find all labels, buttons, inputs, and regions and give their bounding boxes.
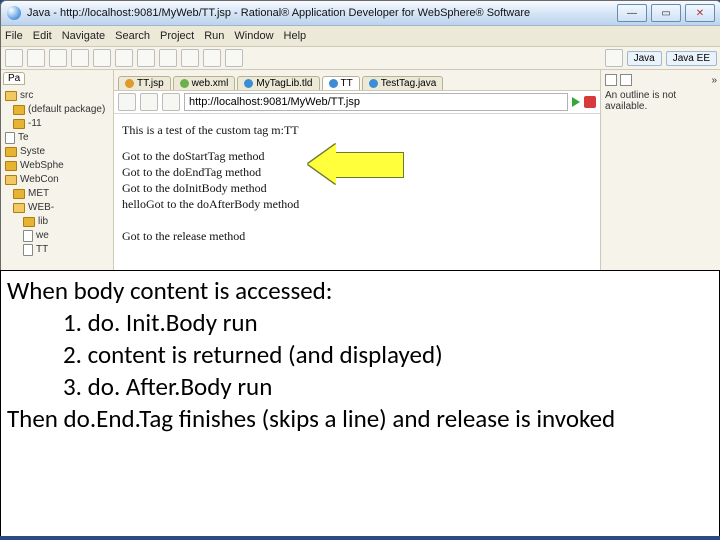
tld-icon [244,79,253,88]
tool-icon[interactable] [225,49,243,67]
tool-icon[interactable] [137,49,155,67]
tree-node[interactable]: WebCon [3,173,111,187]
tool-icon[interactable] [115,49,133,67]
caption-item: 2. content is returned (and displayed) [7,339,713,371]
browser-content: This is a test of the custom tag m:TT Go… [114,114,600,274]
back-button[interactable] [118,93,136,111]
address-input[interactable] [184,93,568,111]
perspective-javaee[interactable]: Java EE [666,51,717,66]
minimize-button[interactable]: — [617,4,647,22]
ide-window: Java - http://localhost:9081/MyWeb/TT.js… [0,0,720,274]
titlebar: Java - http://localhost:9081/MyWeb/TT.js… [1,1,720,26]
editor-tab[interactable]: TestTag.java [362,76,444,90]
tool-icon[interactable] [203,49,221,67]
page-line: helloGot to the doAfterBody method [122,196,592,212]
menubar: File Edit Navigate Search Project Run Wi… [1,26,720,47]
go-button[interactable] [572,97,580,107]
close-button[interactable]: ✕ [685,4,715,22]
perspective-switcher: Java Java EE [605,49,717,67]
toolbar: Java Java EE [1,47,720,70]
outline-message: An outline is not available. [605,90,717,112]
menu-search[interactable]: Search [115,30,150,42]
outline-tab-icon[interactable] [605,74,617,86]
stop-button[interactable] [584,96,596,108]
outline-tab-icon[interactable] [620,74,632,86]
menu-navigate[interactable]: Navigate [62,30,105,42]
editor-area: TT.jsp web.xml MyTagLib.tld TT TestTag.j… [114,70,600,274]
page-line: Got to the release method [122,228,592,244]
project-tree: src (default package) -11 Te Syste WebSp… [3,89,111,257]
caption-box: When body content is accessed: 1. do. In… [0,270,720,538]
jsp-icon [125,79,134,88]
menu-edit[interactable]: Edit [33,30,52,42]
menu-project[interactable]: Project [160,30,194,42]
tool-icon[interactable] [93,49,111,67]
tree-node[interactable]: -11 [3,117,111,131]
menu-help[interactable]: Help [284,30,307,42]
tree-node[interactable]: (default package) [3,103,111,117]
caption-tail: Then do.End.Tag finishes (skips a line) … [7,403,713,435]
caption-heading: When body content is accessed: [7,275,713,307]
editor-tab[interactable]: web.xml [173,76,236,90]
package-explorer: Pa src (default package) -11 Te Syste We… [1,70,114,274]
page-intro: This is a test of the custom tag m:TT [122,122,592,138]
caption-item: 3. do. After.Body run [7,371,713,403]
app-icon [7,6,21,20]
tree-node[interactable]: Te [3,131,111,145]
tool-icon[interactable] [181,49,199,67]
java-icon [369,79,378,88]
page-line: Got to the doStartTag method [122,148,592,164]
tree-node[interactable]: WEB- [3,201,111,215]
window-title: Java - http://localhost:9081/MyWeb/TT.js… [27,7,617,19]
tree-node[interactable]: TT [3,243,111,257]
caption-item: 1. do. Init.Body run [7,307,713,339]
tree-node[interactable]: we [3,229,111,243]
tool-icon[interactable] [5,49,23,67]
tool-icon[interactable] [71,49,89,67]
browser-toolbar [114,91,600,114]
editor-tab[interactable]: TT.jsp [118,76,171,90]
xml-icon [180,79,189,88]
open-perspective-icon[interactable] [605,49,623,67]
tool-icon[interactable] [49,49,67,67]
menu-run[interactable]: Run [204,30,224,42]
browser-icon [329,79,338,88]
menu-file[interactable]: File [5,30,23,42]
tree-node[interactable]: MET [3,187,111,201]
forward-button[interactable] [140,93,158,111]
slide-footer-bar [0,536,720,540]
page-line: Got to the doInitBody method [122,180,592,196]
refresh-button[interactable] [162,93,180,111]
editor-tab[interactable]: MyTagLib.tld [237,76,319,90]
outline-view: » An outline is not available. [600,70,720,274]
perspective-java[interactable]: Java [627,51,662,66]
tree-node[interactable]: WebSphe [3,159,111,173]
tree-node[interactable]: Syste [3,145,111,159]
maximize-button[interactable]: ▭ [651,4,681,22]
outline-more[interactable]: » [711,75,717,86]
tree-node[interactable]: lib [3,215,111,229]
tool-icon[interactable] [159,49,177,67]
explorer-tab[interactable]: Pa [3,72,25,85]
page-line: Got to the doEndTag method [122,164,592,180]
menu-window[interactable]: Window [234,30,273,42]
editor-tab-active[interactable]: TT [322,76,360,90]
tool-icon[interactable] [27,49,45,67]
editor-tabs: TT.jsp web.xml MyTagLib.tld TT TestTag.j… [114,70,600,91]
tree-node[interactable]: src [3,89,111,103]
